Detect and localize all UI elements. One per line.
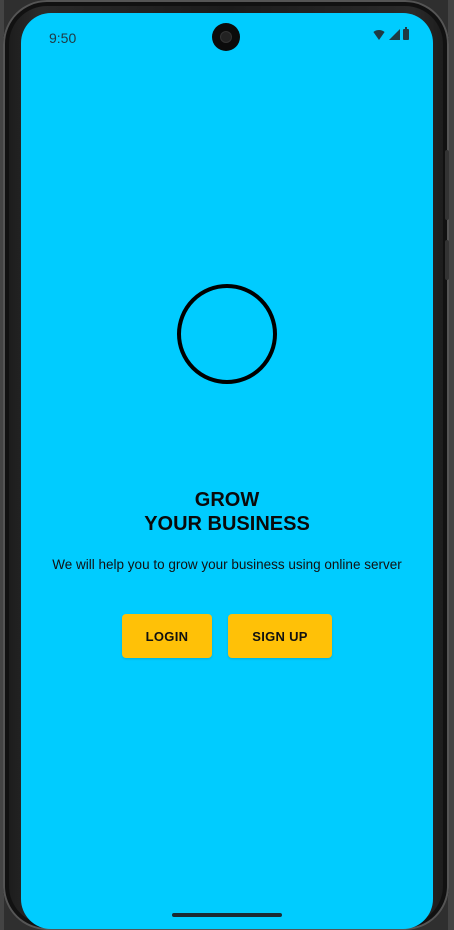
volume-button[interactable] xyxy=(445,150,449,220)
tagline: We will help you to grow your business u… xyxy=(52,557,402,572)
home-indicator[interactable] xyxy=(172,913,282,917)
signal-icon xyxy=(389,29,400,40)
battery-icon xyxy=(403,27,409,40)
circle-logo-icon xyxy=(177,284,277,384)
headline-line1: GROW xyxy=(194,489,260,511)
status-icons xyxy=(372,27,409,40)
signup-button[interactable]: SIGN UP xyxy=(228,614,332,658)
headline-line2: YOUR BUSINESS xyxy=(144,513,310,535)
app-screen: 9:50 GROW YOUR BUSINESS We will help you… xyxy=(21,13,433,929)
login-button[interactable]: LOGIN xyxy=(122,614,212,658)
front-camera xyxy=(212,23,240,51)
status-bar: 9:50 xyxy=(21,13,433,63)
headline: GROW YOUR BUSINESS xyxy=(21,488,433,536)
power-button[interactable] xyxy=(445,240,449,280)
wifi-icon xyxy=(372,29,386,40)
emulator-stage: 9:50 GROW YOUR BUSINESS We will help you… xyxy=(0,0,454,930)
status-time: 9:50 xyxy=(49,30,77,46)
